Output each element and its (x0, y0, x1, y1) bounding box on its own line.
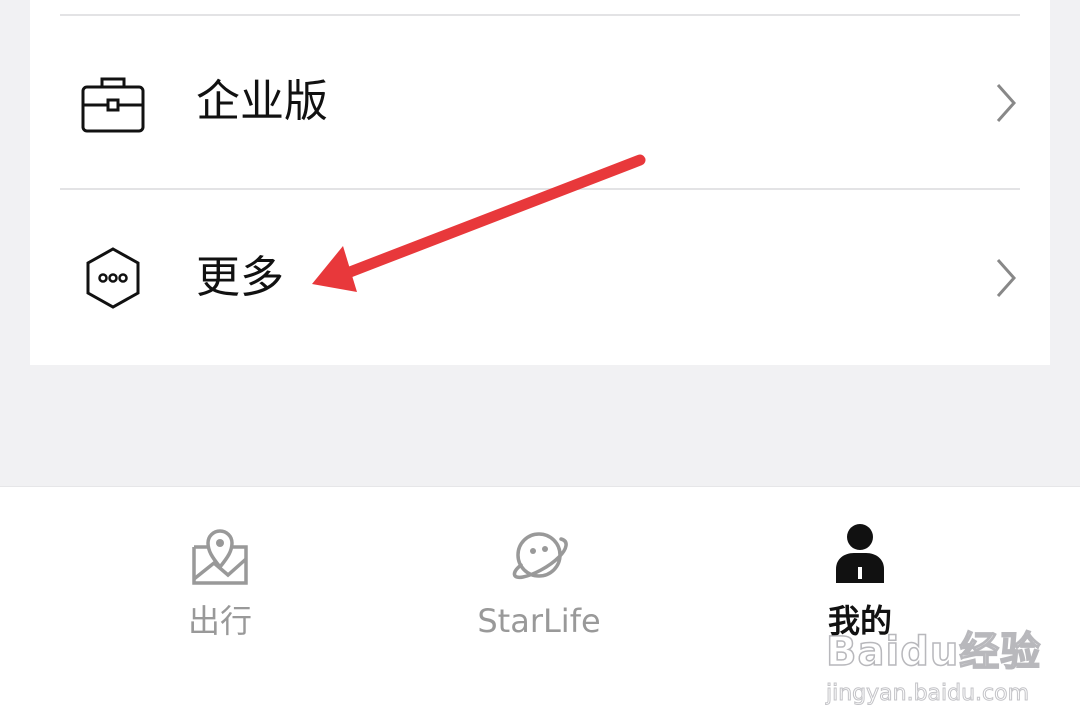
briefcase-icon (81, 77, 145, 133)
hexagon-more-icon (86, 247, 140, 309)
planet-icon (512, 532, 568, 580)
tab-mine[interactable]: 我的 (750, 487, 970, 667)
tab-starlife[interactable]: StarLife (429, 487, 649, 667)
menu-item-more[interactable]: 更多 (30, 190, 1050, 362)
tab-label: StarLife (477, 602, 601, 640)
settings-card: 企业版 更多 (30, 0, 1050, 365)
chevron-right-icon (996, 259, 1017, 297)
tab-label: 出行 (187, 602, 252, 640)
bottom-tab-bar: 出行 StarLife 我的 (0, 486, 1080, 726)
menu-item-label: 更多 (196, 252, 284, 303)
menu-item-label: 企业版 (196, 76, 328, 127)
menu-item-enterprise[interactable]: 企业版 (30, 16, 1050, 188)
user-icon (836, 524, 884, 583)
chevron-right-icon (996, 84, 1017, 122)
tab-travel[interactable]: 出行 (110, 487, 330, 667)
tab-label: 我的 (827, 602, 892, 640)
map-pin-icon (192, 529, 248, 585)
